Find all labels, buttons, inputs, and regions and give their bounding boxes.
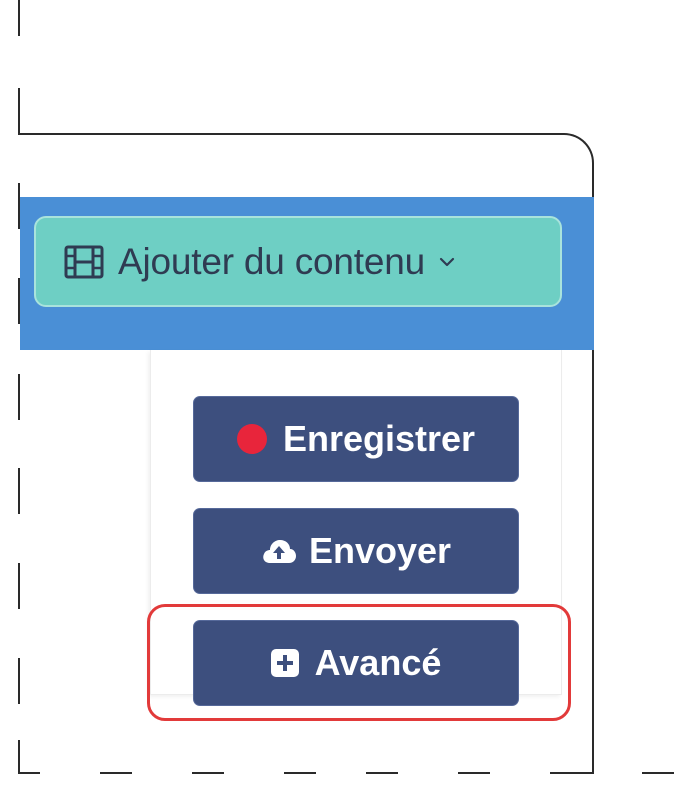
edge-dash — [550, 772, 594, 774]
advanced-button-label: Avancé — [314, 642, 442, 683]
record-dot-icon — [236, 424, 267, 454]
advanced-button[interactable]: Avancé — [193, 620, 519, 706]
chevron-down-icon — [439, 257, 455, 266]
edge-dash — [18, 772, 40, 774]
edge-dash — [192, 772, 224, 774]
edge-dash — [366, 772, 398, 774]
edge-dash — [284, 772, 316, 774]
edge-dash — [642, 772, 674, 774]
upload-button-label: Envoyer — [308, 530, 452, 571]
edge-dash — [458, 772, 490, 774]
cloud-upload-icon — [263, 540, 296, 563]
add-content-label: Ajouter du contenu — [118, 241, 426, 282]
edge-dash — [100, 772, 132, 774]
record-button-label: Enregistrer — [282, 418, 476, 459]
film-icon — [64, 245, 104, 278]
record-button[interactable]: Enregistrer — [193, 396, 519, 482]
upload-button[interactable]: Envoyer — [193, 508, 519, 594]
plus-square-icon — [270, 649, 299, 677]
edge-dash — [18, 88, 20, 135]
add-content-dropdown-button[interactable]: Ajouter du contenu — [34, 216, 562, 307]
edge-dash — [18, 0, 20, 36]
